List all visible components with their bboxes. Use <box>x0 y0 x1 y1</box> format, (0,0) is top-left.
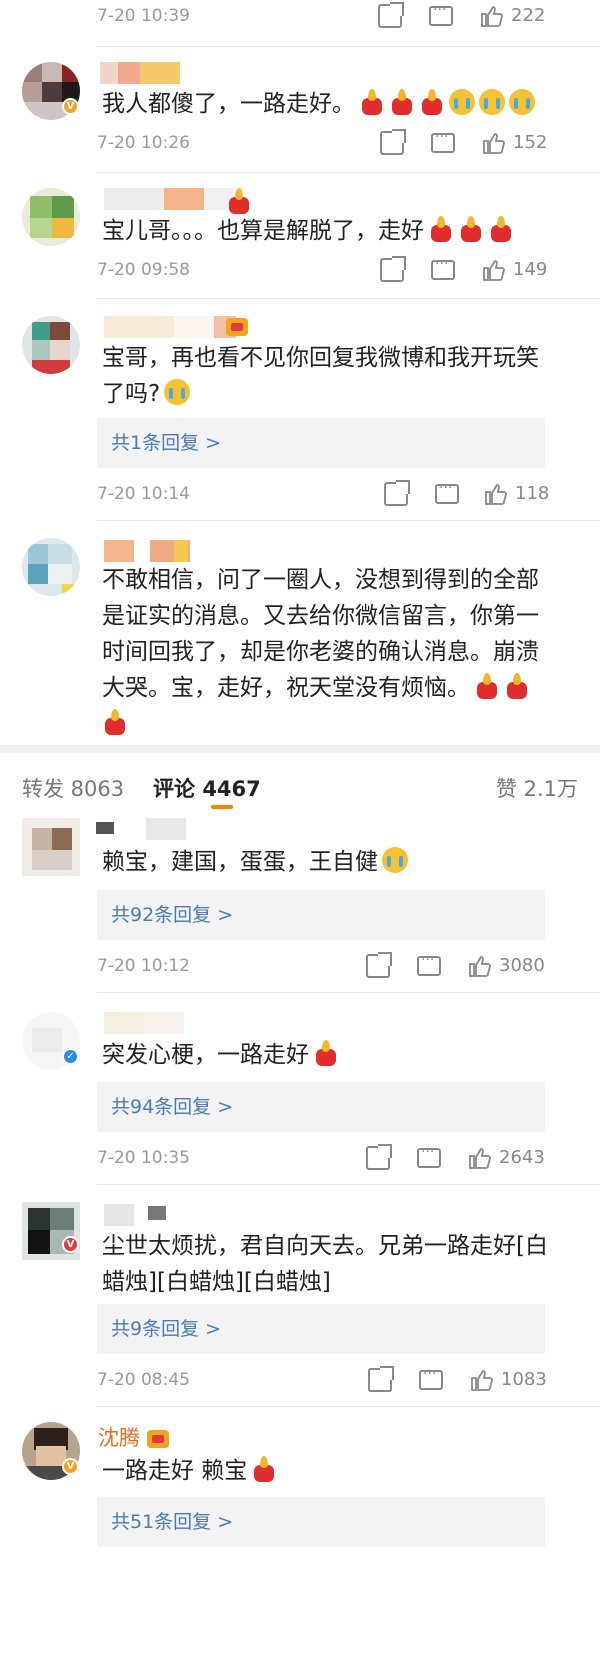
avatar[interactable] <box>22 316 80 374</box>
divider <box>97 172 600 173</box>
crying-emoji <box>479 89 505 115</box>
vip-crown-icon <box>146 1430 169 1448</box>
candle-emoji <box>504 673 530 699</box>
comment-icon[interactable] <box>435 480 459 504</box>
candle-emoji <box>102 709 128 735</box>
candle-emoji <box>359 89 385 115</box>
comment-icon[interactable] <box>417 1144 441 1168</box>
thumbs-up-icon[interactable] <box>480 4 504 28</box>
comment-icon[interactable] <box>417 952 441 976</box>
like-count: 2643 <box>499 1147 545 1168</box>
divider <box>97 1184 600 1185</box>
candle-emoji <box>313 1040 339 1066</box>
divider <box>97 298 600 299</box>
comment-time: 7-20 10:12 <box>97 956 190 976</box>
comment-meta: 7-20 10:26 152 <box>97 129 578 157</box>
verified-badge-icon: ✓ <box>62 1048 79 1065</box>
share-icon[interactable] <box>366 1144 392 1170</box>
verified-badge-icon: V <box>62 98 79 115</box>
crying-emoji <box>382 847 408 873</box>
comment-text: 尘世太烦扰，君自向天去。兄弟一路走好[白 蜡烛][白蜡烛][白蜡烛] <box>102 1233 548 1295</box>
comment-text: 一路走好 赖宝 <box>102 1453 576 1489</box>
comment-icon[interactable] <box>431 129 455 153</box>
comment-text: 赖宝，建国，蛋蛋，王自健 <box>102 844 576 880</box>
candle-emoji <box>488 216 514 242</box>
tab-reposts[interactable]: 转发 8063 <box>22 773 124 803</box>
like-count: 152 <box>513 132 548 153</box>
username[interactable]: 沈腾 <box>98 1422 169 1452</box>
like-count: 149 <box>513 259 548 280</box>
candle-emoji <box>458 216 484 242</box>
replies-link[interactable]: 共51条回复 > <box>97 1497 545 1547</box>
share-icon[interactable] <box>378 2 404 28</box>
avatar[interactable] <box>22 538 80 596</box>
like-count: 118 <box>515 483 550 504</box>
comment-time: 7-20 08:45 <box>97 1370 190 1390</box>
comment-text: 我人都傻了，一路走好。 <box>102 86 576 122</box>
comment-meta: 7-20 10:14 118 <box>97 480 578 508</box>
like-count: 222 <box>511 5 546 26</box>
share-icon[interactable] <box>380 256 406 282</box>
crying-emoji <box>509 89 535 115</box>
like-count: 3080 <box>499 955 545 976</box>
divider <box>97 1406 600 1407</box>
avatar[interactable] <box>22 818 80 876</box>
comment-text: 不敢相信，问了一圈人，没想到得到的全部 是证实的消息。又去给你微信留言，你第一 … <box>102 562 576 742</box>
comment-meta: 7-20 10:39 222 <box>97 2 578 30</box>
comment-text: 宝哥，再也看不见你回复我微博和我开玩笑 了吗? <box>102 345 539 407</box>
share-icon[interactable] <box>384 480 410 506</box>
comment-time: 7-20 10:35 <box>97 1148 190 1168</box>
verified-badge-icon: V <box>62 1236 79 1253</box>
like-count: 1083 <box>501 1369 547 1390</box>
share-icon[interactable] <box>380 129 406 155</box>
tab-comments[interactable]: 评论 4467 <box>153 773 261 803</box>
thumbs-up-icon[interactable] <box>468 954 492 978</box>
comment-icon[interactable] <box>431 256 455 280</box>
comment-icon[interactable] <box>429 2 453 26</box>
divider <box>97 992 600 993</box>
candle-emoji <box>251 1456 277 1482</box>
tab-bar: 转发 8063 评论 4467 赞 2.1万 <box>0 745 600 811</box>
replies-link[interactable]: 共92条回复 > <box>97 890 545 940</box>
comment-text: 宝儿哥。。。也算是解脱了，走好 <box>102 213 576 249</box>
comment-time: 7-20 10:39 <box>97 6 190 26</box>
divider <box>97 520 600 521</box>
comment-meta: 7-20 10:35 2643 <box>97 1144 578 1172</box>
share-icon[interactable] <box>368 1366 394 1392</box>
replies-link[interactable]: 共9条回复 > <box>97 1304 545 1354</box>
share-icon[interactable] <box>366 952 392 978</box>
tab-likes[interactable]: 赞 2.1万 <box>496 773 578 803</box>
thumbs-up-icon[interactable] <box>468 1146 492 1170</box>
thumbs-up-icon[interactable] <box>482 258 506 282</box>
candle-emoji <box>419 89 445 115</box>
vip-crown-icon <box>226 318 248 336</box>
thumbs-up-icon[interactable] <box>470 1368 494 1392</box>
comment-icon[interactable] <box>419 1366 443 1390</box>
candle-emoji <box>474 673 500 699</box>
comment-time: 7-20 10:14 <box>97 484 190 504</box>
comment-text: 突发心梗，一路走好 <box>102 1037 576 1073</box>
crying-emoji <box>164 379 191 405</box>
replies-link[interactable]: 共1条回复 > <box>97 418 545 468</box>
thumbs-up-icon[interactable] <box>484 482 508 506</box>
candle-emoji <box>226 188 252 214</box>
active-tab-indicator <box>211 805 233 809</box>
comment-meta: 7-20 09:58 149 <box>97 256 578 284</box>
verified-badge-icon: V <box>62 1458 79 1475</box>
avatar[interactable] <box>22 188 80 246</box>
candle-emoji <box>389 89 415 115</box>
replies-link[interactable]: 共94条回复 > <box>97 1082 545 1132</box>
comment-meta: 7-20 08:45 1083 <box>97 1366 578 1394</box>
comment-time: 7-20 10:26 <box>97 133 190 153</box>
divider <box>97 46 600 47</box>
crying-emoji <box>449 89 475 115</box>
thumbs-up-icon[interactable] <box>482 131 506 155</box>
candle-emoji <box>428 216 454 242</box>
comment-time: 7-20 09:58 <box>97 260 190 280</box>
comment-meta: 7-20 10:12 3080 <box>97 952 578 980</box>
